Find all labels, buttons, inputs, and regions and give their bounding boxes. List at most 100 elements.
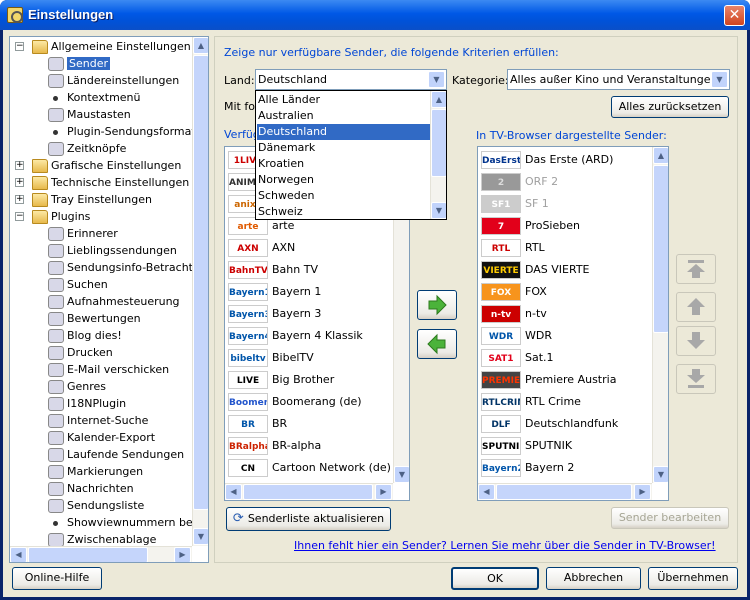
- channel-row[interactable]: RTLCRIME RTL Crime: [479, 391, 668, 413]
- scroll-thumb[interactable]: [653, 165, 668, 333]
- remove-channel-button[interactable]: [417, 329, 457, 359]
- tree-item[interactable]: E-Mail verschicken: [48, 361, 169, 378]
- scroll-up-icon[interactable]: ▲: [653, 147, 668, 164]
- scroll-thumb[interactable]: [28, 547, 148, 562]
- tree-item[interactable]: Markierungen: [48, 463, 143, 480]
- scroll-up-icon[interactable]: ▲: [431, 91, 446, 108]
- scroll-down-icon[interactable]: ▼: [394, 466, 409, 483]
- tree-item[interactable]: Lieblingssendungen: [48, 242, 177, 259]
- channel-row[interactable]: SAT1 Sat.1: [479, 347, 668, 369]
- edit-channel-button[interactable]: Sender bearbeiten: [611, 507, 729, 529]
- scroll-thumb[interactable]: [496, 484, 632, 500]
- refresh-channel-list-button[interactable]: ⟳ Senderliste aktualisieren: [226, 507, 391, 531]
- tree-item[interactable]: Bewertungen: [48, 310, 141, 327]
- scroll-down-icon[interactable]: ▼: [193, 528, 208, 545]
- tree-item[interactable]: Allgemeine Einstellungen: [32, 38, 191, 55]
- channel-row[interactable]: AXN AXN: [226, 237, 409, 259]
- ok-button[interactable]: OK: [451, 567, 539, 590]
- tree-item[interactable]: Kalender-Export: [48, 429, 155, 446]
- tree-item[interactable]: Maustasten: [48, 106, 131, 123]
- dropdown-option[interactable]: Dänemark: [257, 140, 431, 156]
- reset-all-button[interactable]: Alles zurücksetzen: [611, 96, 729, 118]
- missing-channel-link[interactable]: Ihnen fehlt hier ein Sender? Lernen Sie …: [294, 539, 716, 552]
- channel-row[interactable]: Boomerang Boomerang (de): [226, 391, 409, 413]
- channel-row[interactable]: FOX FOX: [479, 281, 668, 303]
- channel-row[interactable]: Bayern1 Bayern 1: [226, 281, 409, 303]
- apply-button[interactable]: Übernehmen: [648, 567, 738, 590]
- channel-row[interactable]: LIVE Big Brother: [226, 369, 409, 391]
- tree-item[interactable]: Plugins: [32, 208, 90, 225]
- scroll-up-icon[interactable]: ▲: [193, 37, 208, 54]
- online-help-button[interactable]: Online-Hilfe: [12, 567, 102, 590]
- scroll-right-icon[interactable]: ▶: [634, 484, 651, 500]
- channel-row[interactable]: PREMIERE Premiere Austria: [479, 369, 668, 391]
- tree-item[interactable]: Drucken: [48, 344, 113, 361]
- move-top-button[interactable]: [676, 254, 716, 284]
- add-channel-button[interactable]: [417, 290, 457, 320]
- kategorie-select[interactable]: Alles außer Kino und Veranstaltungen ▼: [507, 69, 730, 90]
- channel-row[interactable]: WDR WDR: [479, 325, 668, 347]
- tree-item[interactable]: Blog dies!: [48, 327, 122, 344]
- dropdown-vertical-scrollbar[interactable]: ▲ ▼: [430, 91, 446, 219]
- land-dropdown-list[interactable]: Alle Länder Australien Deutschland Dänemark…: [255, 90, 447, 220]
- channel-row[interactable]: CN Cartoon Network (de): [226, 457, 409, 479]
- tree-item[interactable]: Erinnerer: [48, 225, 118, 242]
- tree-item[interactable]: Tray Einstellungen: [32, 191, 152, 208]
- close-button[interactable]: ✕: [724, 5, 745, 26]
- channel-row[interactable]: SF1 SF 1: [479, 193, 668, 215]
- tree-item[interactable]: Technische Einstellungen: [32, 174, 189, 191]
- move-bottom-button[interactable]: [676, 364, 716, 394]
- channel-row[interactable]: Bayern2 Bayern 2: [479, 457, 668, 479]
- channel-row[interactable]: SPUTNIK SPUTNIK: [479, 435, 668, 457]
- tree-item[interactable]: Ländereinstellungen: [48, 72, 179, 89]
- tree-item[interactable]: Laufende Sendungen: [48, 446, 184, 463]
- channel-row[interactable]: 2 ORF 2: [479, 171, 668, 193]
- tree-item[interactable]: I18NPlugin: [48, 395, 126, 412]
- tree-item[interactable]: Internet-Suche: [48, 412, 148, 429]
- tree-item[interactable]: Suchen: [48, 276, 108, 293]
- channel-row[interactable]: 7 ProSieben: [479, 215, 668, 237]
- channel-row[interactable]: VIERTE DAS VIERTE: [479, 259, 668, 281]
- tree-item[interactable]: Showviewnummern berechnen: [48, 514, 208, 531]
- tree-item[interactable]: Zeitknöpfe: [48, 140, 126, 157]
- channel-row[interactable]: Bayern4 Bayern 4 Klassik: [226, 325, 409, 347]
- scroll-right-icon[interactable]: ▶: [174, 547, 191, 562]
- scroll-right-icon[interactable]: ▶: [375, 484, 392, 500]
- tree-item[interactable]: Plugin-Sendungsformatierung: [48, 123, 208, 140]
- displayed-horizontal-scrollbar[interactable]: ◀ ▶: [478, 483, 652, 500]
- tree-expander[interactable]: −: [15, 212, 24, 221]
- displayed-vertical-scrollbar[interactable]: ▲ ▼: [652, 147, 668, 483]
- tree-item[interactable]: Kontextmenü: [48, 89, 141, 106]
- channel-row[interactable]: RTL RTL: [479, 237, 668, 259]
- scroll-left-icon[interactable]: ◀: [10, 547, 27, 562]
- chevron-down-icon[interactable]: ▼: [711, 71, 728, 88]
- available-horizontal-scrollbar[interactable]: ◀ ▶: [225, 483, 393, 500]
- dropdown-option[interactable]: Schweiz: [257, 204, 431, 219]
- tree-expander[interactable]: −: [15, 42, 24, 51]
- channel-row[interactable]: bibeltv BibelTV: [226, 347, 409, 369]
- channel-row[interactable]: BR BR: [226, 413, 409, 435]
- dropdown-option[interactable]: Australien: [257, 108, 431, 124]
- scroll-down-icon[interactable]: ▼: [431, 202, 446, 219]
- cancel-button[interactable]: Abbrechen: [546, 567, 641, 590]
- displayed-channel-list[interactable]: DasErste Das Erste (ARD) 2 ORF 2 SF1 SF 1 7 Pro…: [477, 146, 669, 501]
- tree-item[interactable]: Sender: [48, 55, 110, 72]
- tree-expander[interactable]: +: [15, 178, 24, 187]
- tree-item[interactable]: Sendungsinfo-Betrachter: [48, 259, 204, 276]
- move-up-button[interactable]: [676, 292, 716, 322]
- tree-expander[interactable]: +: [15, 195, 24, 204]
- tree-item[interactable]: Genres: [48, 378, 106, 395]
- channel-row[interactable]: BRalpha BR-alpha: [226, 435, 409, 457]
- scroll-left-icon[interactable]: ◀: [225, 484, 242, 500]
- land-select[interactable]: Deutschland ▼: [255, 69, 447, 90]
- tree-horizontal-scrollbar[interactable]: ◀ ▶: [10, 546, 192, 562]
- tree-item[interactable]: Aufnahmesteuerung: [48, 293, 180, 310]
- tree-item[interactable]: Grafische Einstellungen: [32, 157, 181, 174]
- tree-item[interactable]: Nachrichten: [48, 480, 134, 497]
- tree-expander[interactable]: +: [15, 161, 24, 170]
- move-down-button[interactable]: [676, 326, 716, 356]
- channel-row[interactable]: n-tv n-tv: [479, 303, 668, 325]
- tree-item[interactable]: Sendungsliste: [48, 497, 144, 514]
- dropdown-option[interactable]: Kroatien: [257, 156, 431, 172]
- scroll-thumb[interactable]: [193, 55, 208, 510]
